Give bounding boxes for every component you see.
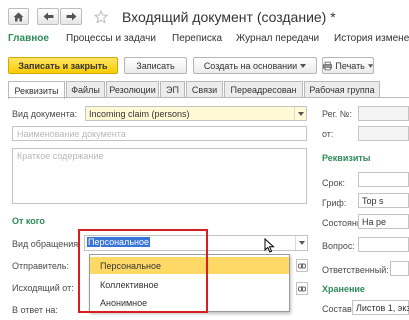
doc-type-value: Incoming claim (persons)	[89, 109, 190, 119]
back-button[interactable]	[37, 8, 59, 25]
menu-item-processes[interactable]: Процессы и задачи	[66, 33, 156, 44]
chevron-down-icon	[298, 241, 305, 245]
reg-from-label: от:	[322, 129, 334, 139]
reg-no-field	[358, 106, 409, 121]
sender-open-button[interactable]	[296, 259, 308, 272]
save-button[interactable]: Записать	[124, 57, 187, 74]
doc-name-input[interactable]: Наименование документа	[12, 126, 307, 141]
status-field[interactable]: На ре	[358, 214, 409, 229]
reg-no-label: Рег. №:	[322, 109, 352, 119]
sender-label: Отправитель:	[12, 261, 69, 271]
window-title: Входящий документ (создание) *	[122, 9, 336, 25]
chevron-down-icon	[297, 111, 304, 116]
tab-working-group[interactable]: Рабочая группа	[304, 81, 380, 98]
summary-placeholder: Краткое содержание	[17, 151, 104, 161]
doc-type-dropdown[interactable]	[294, 107, 306, 120]
save-and-close-button[interactable]: Записать и закрыть	[8, 57, 118, 74]
question-field[interactable]	[358, 237, 409, 252]
summary-textarea[interactable]: Краткое содержание	[12, 148, 307, 204]
print-button[interactable]: Печать	[322, 57, 374, 74]
tab-links[interactable]: Связи	[186, 81, 223, 98]
term-label: Срок:	[322, 178, 345, 188]
term-field[interactable]	[358, 172, 409, 187]
tab-redirected[interactable]: Переадресован	[224, 81, 303, 98]
requisites-section-title: Реквизиты	[322, 153, 371, 163]
outgoing-open-button[interactable]	[296, 282, 308, 295]
menu-item-history[interactable]: История изменен	[334, 33, 409, 44]
home-button[interactable]	[8, 8, 29, 25]
composition-field[interactable]: Листов 1, экз	[352, 300, 409, 315]
from-section-title: От кого	[12, 216, 45, 226]
chevron-down-icon	[300, 63, 307, 68]
responsible-label: Ответственный:	[322, 265, 389, 275]
tab-signature[interactable]: ЭП	[160, 81, 185, 98]
composition-value: Листов 1, экз	[356, 303, 409, 313]
menu-item-transfer-log[interactable]: Журнал передачи	[236, 33, 319, 44]
appeal-type-dropdown[interactable]	[295, 236, 307, 250]
menu-item-main[interactable]: Главное	[8, 33, 49, 44]
doc-type-field[interactable]: Incoming claim (persons)	[85, 106, 307, 121]
print-label: Печать	[335, 60, 365, 71]
chevron-down-icon	[367, 63, 373, 68]
save-and-close-label: Записать и закрыть	[18, 60, 108, 71]
save-label: Записать	[136, 60, 175, 71]
arrow-left-icon	[43, 12, 53, 21]
tab-resolutions[interactable]: Резолюции	[106, 81, 159, 98]
appeal-type-label: Вид обращения:	[12, 239, 81, 249]
home-icon	[13, 12, 24, 21]
link-icon	[298, 263, 306, 268]
doc-type-label: Вид документа:	[12, 109, 78, 119]
highlight-frame	[78, 229, 208, 313]
create-based-on-label: Создать на основании	[203, 60, 298, 71]
grif-field[interactable]: Top s	[358, 193, 409, 208]
create-based-on-button[interactable]: Создать на основании	[193, 57, 317, 74]
outgoing-label: Исходящий от:	[12, 283, 74, 293]
reg-from-field	[358, 126, 409, 141]
doc-name-placeholder: Наименование документа	[17, 129, 126, 139]
status-value: На ре	[362, 217, 387, 227]
menu-item-correspondence[interactable]: Переписка	[172, 33, 222, 44]
tab-divider	[8, 97, 409, 98]
storage-section-title: Хранение	[322, 284, 365, 294]
arrow-right-icon	[66, 12, 76, 21]
grif-value: Top s	[362, 196, 384, 206]
grif-label: Гриф:	[322, 198, 347, 208]
printer-icon	[323, 61, 333, 70]
reply-to-label: В ответ на:	[12, 305, 58, 315]
star-icon[interactable]	[94, 10, 108, 24]
link-icon	[298, 286, 306, 291]
forward-button[interactable]	[60, 8, 82, 25]
tab-files[interactable]: Файлы	[66, 81, 105, 98]
question-label: Вопрос:	[322, 241, 355, 251]
responsible-field[interactable]	[390, 261, 409, 276]
composition-label: Состав:	[322, 304, 355, 314]
mouse-cursor-icon	[264, 238, 275, 253]
